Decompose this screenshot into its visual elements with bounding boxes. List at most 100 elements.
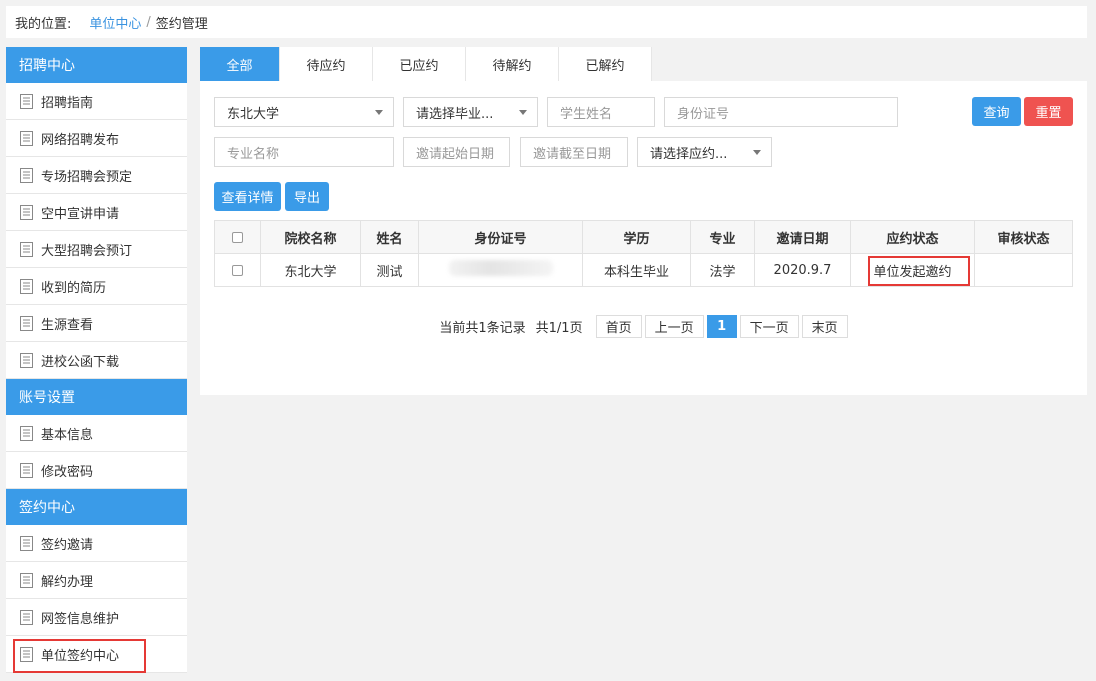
sidebar: 招聘中心 招聘指南 网络招聘发布 专场招聘会预定 空中宣讲申请 大型招聘会预订 … <box>6 47 187 673</box>
breadcrumb-link-unit-center[interactable]: 单位中心 <box>89 13 141 32</box>
sidebar-item-campus-letter[interactable]: 进校公函下载 <box>6 342 187 379</box>
row-checkbox[interactable] <box>232 264 243 276</box>
sidebar-item-label: 基本信息 <box>41 427 94 443</box>
query-button[interactable]: 查询 <box>972 97 1021 126</box>
sidebar-item-label: 网签信息维护 <box>41 611 120 627</box>
table-row[interactable]: 东北大学 测试 本科生毕业 法学 2020.9.7 单位发起邀约 <box>214 253 1073 287</box>
cell-accept-status: 单位发起邀约 <box>850 253 975 287</box>
col-name: 姓名 <box>360 220 419 254</box>
id-number-input[interactable]: 身份证号 <box>664 97 898 127</box>
tab-pending-cancel[interactable]: 待解约 <box>466 47 559 81</box>
next-page-button[interactable]: 下一页 <box>739 315 799 338</box>
cell-audit-status <box>974 253 1073 287</box>
sidebar-item-online-sign-maintenance[interactable]: 网签信息维护 <box>6 599 187 636</box>
sidebar-item-label: 解约办理 <box>41 574 94 590</box>
document-icon <box>20 278 33 294</box>
cell-invite-date: 2020.9.7 <box>754 253 851 287</box>
sidebar-item-label: 专场招聘会预定 <box>41 169 133 185</box>
tab-cancelled[interactable]: 已解约 <box>559 47 652 81</box>
tab-accepted[interactable]: 已应约 <box>373 47 466 81</box>
reset-button[interactable]: 重置 <box>1024 97 1073 126</box>
tab-pending-accept[interactable]: 待应约 <box>280 47 373 81</box>
cell-id-number <box>418 253 583 287</box>
school-select-value: 东北大学 <box>227 106 280 122</box>
prev-page-button[interactable]: 上一页 <box>644 315 704 338</box>
table-header-row: 院校名称 姓名 身份证号 学历 专业 邀请日期 应约状态 审核状态 <box>214 220 1073 254</box>
document-icon <box>20 241 33 257</box>
sidebar-item-label: 生源查看 <box>41 317 94 333</box>
main-panel: 东北大学 请选择毕业... 学生姓名 身份证号 查询 重置 专业名称 邀请起始日… <box>200 81 1087 395</box>
caret-down-icon <box>753 150 761 155</box>
sidebar-item-label: 进校公函下载 <box>41 354 120 370</box>
document-icon <box>20 93 33 109</box>
cell-degree: 本科生毕业 <box>582 253 691 287</box>
highlight-box <box>868 256 970 286</box>
record-count: 当前共1条记录 <box>439 321 526 336</box>
sidebar-item-label: 招聘指南 <box>41 95 94 111</box>
page-count: 共1/1页 <box>535 321 583 336</box>
breadcrumb: 我的位置: 单位中心 / 签约管理 <box>6 6 1087 38</box>
view-details-button[interactable]: 查看详情 <box>214 182 281 211</box>
sidebar-group-account[interactable]: 账号设置 <box>6 379 187 415</box>
col-major: 专业 <box>690 220 755 254</box>
sidebar-item-air-talk[interactable]: 空中宣讲申请 <box>6 194 187 231</box>
document-icon <box>20 572 33 588</box>
major-input[interactable]: 专业名称 <box>214 137 394 167</box>
document-icon <box>20 425 33 441</box>
document-icon <box>20 462 33 478</box>
sidebar-item-cancel-contract[interactable]: 解约办理 <box>6 562 187 599</box>
breadcrumb-current: 签约管理 <box>155 16 208 32</box>
invite-start-date-input[interactable]: 邀请起始日期 <box>403 137 510 167</box>
col-school: 院校名称 <box>260 220 361 254</box>
sidebar-item-received-resumes[interactable]: 收到的简历 <box>6 268 187 305</box>
sidebar-item-label: 签约邀请 <box>41 537 94 553</box>
sidebar-item-label: 空中宣讲申请 <box>41 206 120 222</box>
col-id-number: 身份证号 <box>418 220 583 254</box>
select-all-checkbox[interactable] <box>232 231 243 243</box>
document-icon <box>20 535 33 551</box>
breadcrumb-label: 我的位置: <box>15 16 72 32</box>
document-icon <box>20 646 33 662</box>
redacted-id-blur <box>448 260 553 276</box>
school-select[interactable]: 东北大学 <box>214 97 394 127</box>
sidebar-item-label: 收到的简历 <box>41 280 107 296</box>
col-accept-status: 应约状态 <box>850 220 975 254</box>
sidebar-item-label: 网络招聘发布 <box>41 132 120 148</box>
sidebar-item-recruit-guide[interactable]: 招聘指南 <box>6 83 187 120</box>
sidebar-item-online-post[interactable]: 网络招聘发布 <box>6 120 187 157</box>
col-audit-status: 审核状态 <box>974 220 1073 254</box>
sidebar-group-recruit[interactable]: 招聘中心 <box>6 47 187 83</box>
document-icon <box>20 352 33 368</box>
accept-status-select[interactable]: 请选择应约... <box>637 137 772 167</box>
sidebar-item-unit-sign-center[interactable]: 单位签约中心 <box>6 636 187 673</box>
status-tabs: 全部 待应约 已应约 待解约 已解约 <box>200 47 652 81</box>
sidebar-item-change-password[interactable]: 修改密码 <box>6 452 187 489</box>
sidebar-item-large-fair[interactable]: 大型招聘会预订 <box>6 231 187 268</box>
col-degree: 学历 <box>582 220 691 254</box>
document-icon <box>20 167 33 183</box>
select-all-cell <box>214 220 261 254</box>
student-name-input[interactable]: 学生姓名 <box>547 97 655 127</box>
last-page-button[interactable]: 末页 <box>801 315 848 338</box>
current-page-button[interactable]: 1 <box>706 315 737 338</box>
accept-status-select-value: 请选择应约... <box>650 146 728 162</box>
sidebar-item-basic-info[interactable]: 基本信息 <box>6 415 187 452</box>
caret-down-icon <box>519 110 527 115</box>
graduation-select[interactable]: 请选择毕业... <box>403 97 538 127</box>
sidebar-item-special-fair[interactable]: 专场招聘会预定 <box>6 157 187 194</box>
export-button[interactable]: 导出 <box>285 182 329 211</box>
row-select-cell <box>214 253 261 287</box>
sidebar-item-student-source[interactable]: 生源查看 <box>6 305 187 342</box>
contracts-table: 院校名称 姓名 身份证号 学历 专业 邀请日期 应约状态 审核状态 东北大学 测… <box>214 220 1073 287</box>
sidebar-group-signing[interactable]: 签约中心 <box>6 489 187 525</box>
document-icon <box>20 315 33 331</box>
invite-end-date-input[interactable]: 邀请截至日期 <box>520 137 628 167</box>
cell-school: 东北大学 <box>260 253 361 287</box>
first-page-button[interactable]: 首页 <box>595 315 642 338</box>
sidebar-item-label: 单位签约中心 <box>41 648 120 664</box>
cell-name: 测试 <box>360 253 419 287</box>
cell-major: 法学 <box>690 253 755 287</box>
tab-all[interactable]: 全部 <box>200 47 280 81</box>
pagination: 当前共1条记录 共1/1页 首页 上一页 1 下一页 末页 <box>200 315 1087 338</box>
sidebar-item-sign-invite[interactable]: 签约邀请 <box>6 525 187 562</box>
